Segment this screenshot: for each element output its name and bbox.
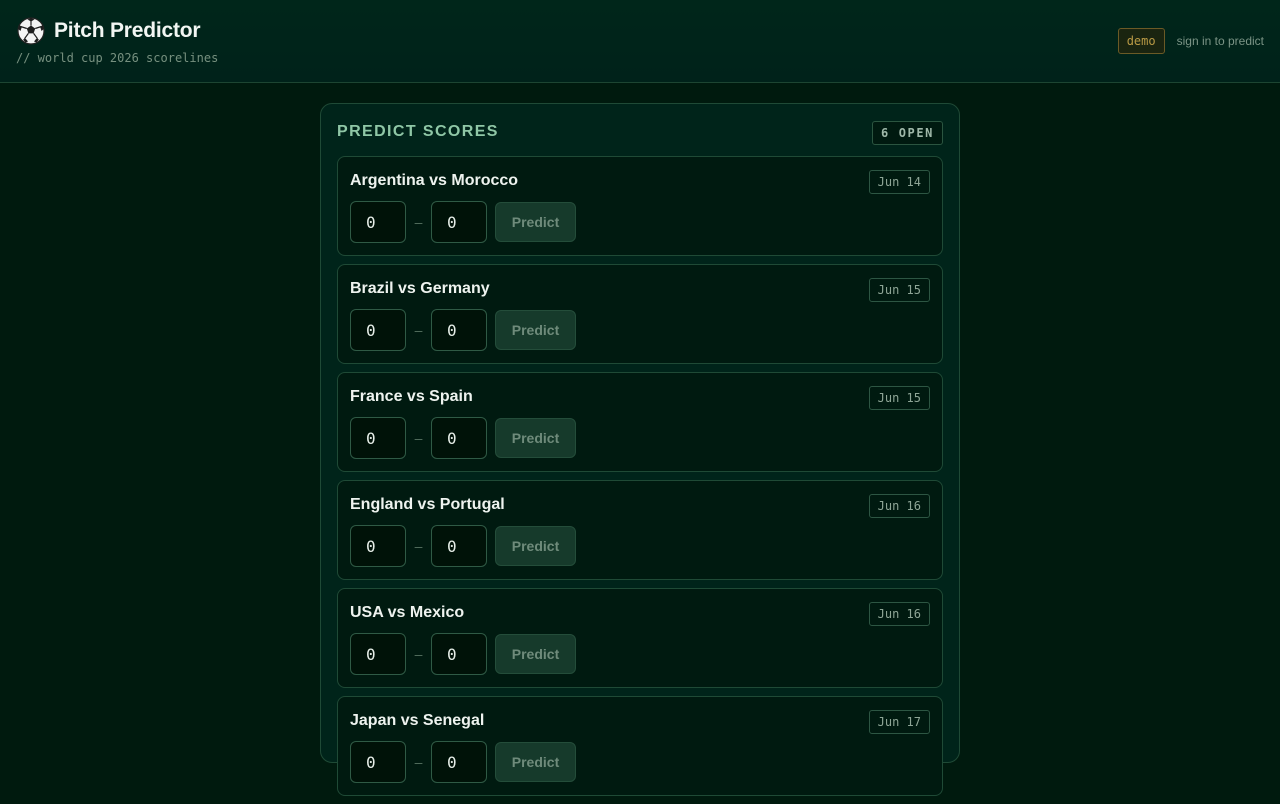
home-score-input[interactable] <box>350 201 406 243</box>
score-separator: – <box>414 754 423 770</box>
away-score-input[interactable] <box>431 309 487 351</box>
match-date: Jun 14 <box>868 170 930 194</box>
home-score-input[interactable] <box>350 741 406 783</box>
away-score-input[interactable] <box>431 741 487 783</box>
away-score-input[interactable] <box>431 417 487 459</box>
score-row: – Predict <box>350 633 576 675</box>
match-date: Jun 15 <box>868 386 930 410</box>
score-row: – Predict <box>350 309 576 351</box>
match-card: Japan vs Senegal Jun 17 – Predict <box>337 696 943 796</box>
match-name: Brazil vs Germany <box>350 280 490 297</box>
soccer-ball-icon <box>16 16 46 46</box>
match-name: Argentina vs Morocco <box>350 172 519 189</box>
app-subtitle: // world cup 2026 scorelines <box>16 51 219 65</box>
match-date: Jun 16 <box>868 602 930 626</box>
panel-title: PREDICT SCORES <box>337 123 499 140</box>
predict-button[interactable]: Predict <box>495 742 576 782</box>
match-card: USA vs Mexico Jun 16 – Predict <box>337 588 943 688</box>
score-separator: – <box>414 646 423 662</box>
match-date: Jun 17 <box>868 710 930 734</box>
match-date: Jun 16 <box>868 494 930 518</box>
match-name: Japan vs Senegal <box>350 712 485 729</box>
score-row: – Predict <box>350 417 576 459</box>
app-title: Pitch Predictor <box>54 19 201 42</box>
predict-button[interactable]: Predict <box>495 310 576 350</box>
match-name: France vs Spain <box>350 388 473 405</box>
open-count-badge: 6 OPEN <box>872 121 943 145</box>
home-score-input[interactable] <box>350 525 406 567</box>
match-card: France vs Spain Jun 15 – Predict <box>337 372 943 472</box>
home-score-input[interactable] <box>350 417 406 459</box>
away-score-input[interactable] <box>431 525 487 567</box>
score-separator: – <box>414 322 423 338</box>
match-card: Brazil vs Germany Jun 15 – Predict <box>337 264 943 364</box>
header-actions: demo sign in to predict <box>1117 28 1264 54</box>
match-card: England vs Portugal Jun 16 – Predict <box>337 480 943 580</box>
score-row: – Predict <box>350 201 576 243</box>
score-row: – Predict <box>350 525 576 567</box>
predict-button[interactable]: Predict <box>495 202 576 242</box>
match-date: Jun 15 <box>868 278 930 302</box>
score-separator: – <box>414 214 423 230</box>
brand: Pitch Predictor <box>16 16 201 46</box>
predict-button[interactable]: Predict <box>495 418 576 458</box>
score-separator: – <box>414 538 423 554</box>
match-list: Argentina vs Morocco Jun 14 – Predict Br… <box>337 156 943 804</box>
away-score-input[interactable] <box>431 633 487 675</box>
score-separator: – <box>414 430 423 446</box>
predict-button[interactable]: Predict <box>495 526 576 566</box>
predict-button[interactable]: Predict <box>495 634 576 674</box>
top-bar: Pitch Predictor // world cup 2026 scorel… <box>0 0 1280 83</box>
home-score-input[interactable] <box>350 309 406 351</box>
demo-badge: demo <box>1117 28 1165 54</box>
home-score-input[interactable] <box>350 633 406 675</box>
away-score-input[interactable] <box>431 201 487 243</box>
match-name: USA vs Mexico <box>350 604 465 621</box>
match-name: England vs Portugal <box>350 496 505 513</box>
score-row: – Predict <box>350 741 576 783</box>
predict-scores-panel: PREDICT SCORES 6 OPEN Argentina vs Moroc… <box>320 103 960 796</box>
sign-in-link[interactable]: sign in to predict <box>1177 34 1264 48</box>
match-card: Argentina vs Morocco Jun 14 – Predict <box>337 156 943 256</box>
